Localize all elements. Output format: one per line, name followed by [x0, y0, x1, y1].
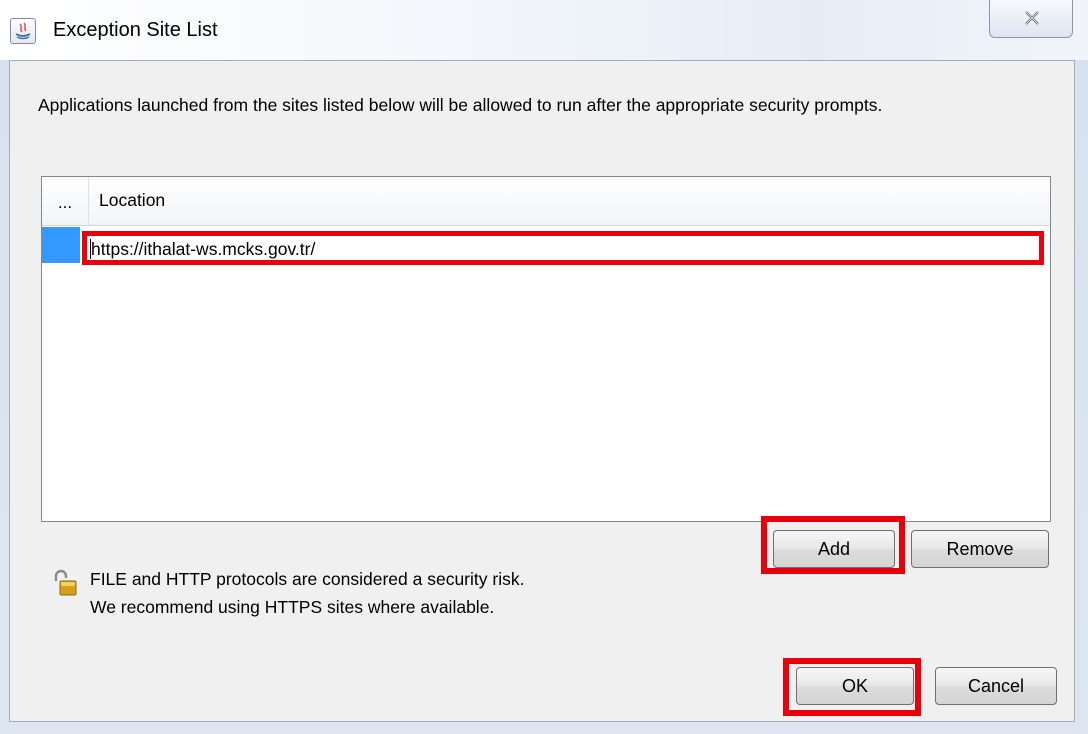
column-header-index[interactable]: ... [42, 177, 89, 225]
location-field[interactable] [91, 238, 991, 260]
add-button[interactable]: Add [773, 530, 895, 568]
close-icon [1025, 11, 1039, 25]
site-list-table[interactable]: ... Location [41, 176, 1051, 522]
table-row[interactable] [82, 231, 1044, 265]
dialog-body: Applications launched from the sites lis… [9, 60, 1075, 722]
exception-site-list-dialog: Exception Site List Applications launche… [0, 0, 1088, 734]
security-warning-line2: We recommend using HTTPS sites where ava… [90, 597, 495, 617]
table-header: ... Location [42, 177, 1050, 226]
title-bar[interactable]: Exception Site List [0, 0, 1088, 60]
row-selection-marker[interactable] [42, 227, 80, 263]
ok-button[interactable]: OK [796, 667, 914, 705]
security-warning-line1: FILE and HTTP protocols are considered a… [90, 569, 525, 589]
column-header-location[interactable]: Location [99, 190, 165, 211]
description-text: Applications launched from the sites lis… [38, 95, 883, 115]
java-icon [10, 18, 36, 44]
cancel-button[interactable]: Cancel [935, 667, 1057, 705]
close-button[interactable] [989, 0, 1073, 38]
unlocked-padlock-icon [52, 569, 78, 602]
remove-button[interactable]: Remove [911, 530, 1049, 568]
window-title: Exception Site List [53, 19, 218, 41]
